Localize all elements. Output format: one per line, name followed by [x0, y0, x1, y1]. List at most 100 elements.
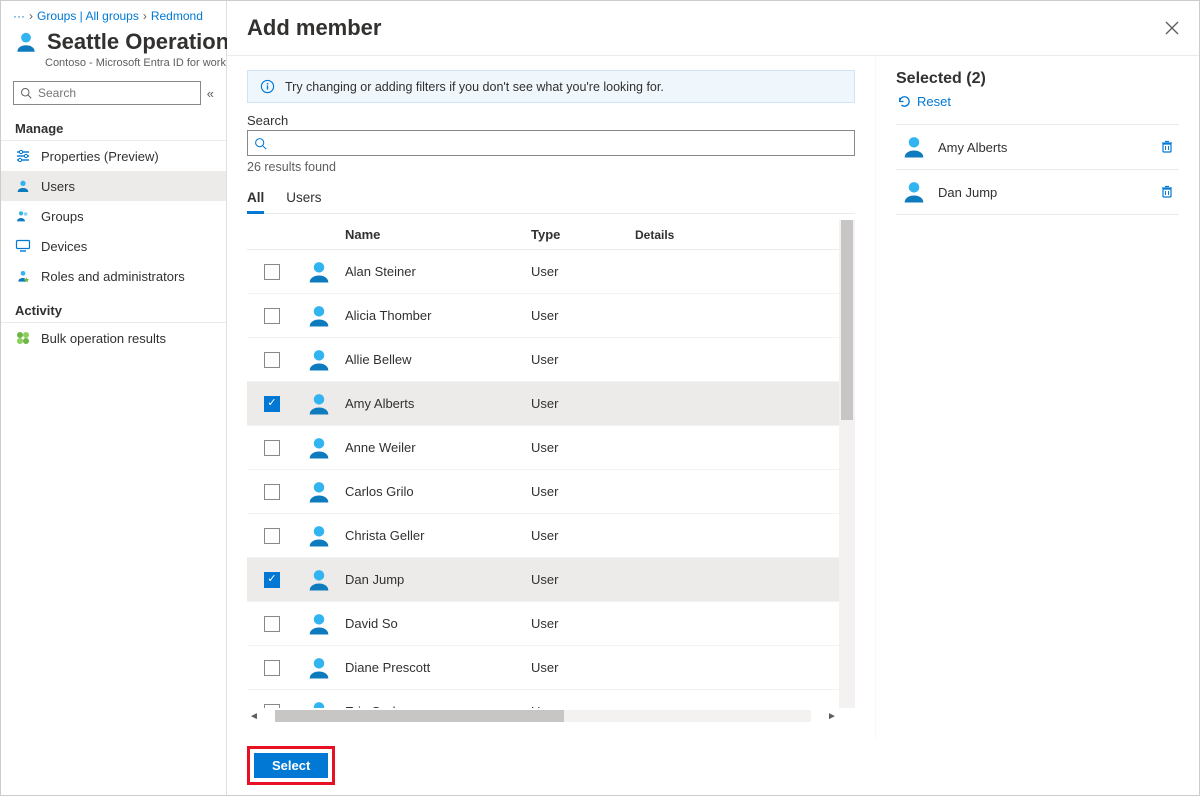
modal-title: Add member	[247, 15, 381, 41]
table-row[interactable]: Anne WeilerUser	[247, 426, 839, 470]
row-name: Alan Steiner	[341, 264, 531, 279]
nav-users[interactable]: Users	[1, 171, 226, 201]
row-checkbox[interactable]	[264, 352, 280, 368]
selected-header: Selected (2)	[896, 70, 1179, 88]
user-avatar-icon	[900, 178, 928, 206]
left-navigation-pane: ··· › Groups | All groups › Redmond Seat…	[1, 1, 227, 795]
nav-groups[interactable]: Groups	[1, 201, 226, 231]
table-row[interactable]: Dan JumpUser	[247, 558, 839, 602]
user-icon	[15, 178, 31, 194]
row-checkbox[interactable]	[264, 616, 280, 632]
reset-label: Reset	[917, 94, 951, 109]
selected-name: Amy Alberts	[938, 140, 1007, 155]
info-icon	[260, 79, 275, 94]
row-name: Alicia Thomber	[341, 308, 531, 323]
nav-label: Users	[41, 179, 75, 194]
search-icon	[254, 137, 267, 150]
table-row[interactable]: Carlos GriloUser	[247, 470, 839, 514]
user-avatar-icon	[297, 346, 341, 374]
page-subtitle: Contoso - Microsoft Entra ID for workfor…	[1, 57, 226, 69]
scroll-left-icon[interactable]: ◄	[247, 711, 261, 722]
info-bar: Try changing or adding filters if you do…	[247, 70, 855, 103]
group-avatar-icon	[13, 29, 39, 55]
row-name: Allie Bellew	[341, 352, 531, 367]
tab-users[interactable]: Users	[286, 184, 321, 213]
col-name[interactable]: Name	[341, 227, 531, 242]
breadcrumb-redmond[interactable]: Redmond	[151, 9, 203, 23]
nav-label: Devices	[41, 239, 87, 254]
row-checkbox[interactable]	[264, 264, 280, 280]
selected-name: Dan Jump	[938, 185, 997, 200]
tab-all[interactable]: All	[247, 184, 264, 214]
nav-label: Bulk operation results	[41, 331, 166, 346]
sidebar-search-field[interactable]	[38, 86, 194, 100]
row-type: User	[531, 440, 635, 455]
col-details[interactable]: Details	[635, 228, 839, 242]
user-avatar-icon	[297, 654, 341, 682]
row-type: User	[531, 616, 635, 631]
sidebar-search-input[interactable]	[13, 81, 201, 105]
admin-icon	[15, 268, 31, 284]
nav-devices[interactable]: Devices	[1, 231, 226, 261]
nav-roles[interactable]: Roles and administrators	[1, 261, 226, 291]
row-type: User	[531, 308, 635, 323]
scroll-right-icon[interactable]: ►	[825, 711, 839, 722]
user-avatar-icon	[297, 698, 341, 709]
row-checkbox[interactable]	[264, 660, 280, 676]
row-name: Christa Geller	[341, 528, 531, 543]
table-row[interactable]: Amy AlbertsUser	[247, 382, 839, 426]
row-checkbox[interactable]	[264, 396, 280, 412]
row-checkbox[interactable]	[264, 484, 280, 500]
nav-bulk-results[interactable]: Bulk operation results	[1, 323, 226, 353]
row-type: User	[531, 528, 635, 543]
breadcrumb-groups[interactable]: Groups | All groups	[37, 9, 139, 23]
row-type: User	[531, 264, 635, 279]
member-search-field[interactable]	[267, 136, 848, 151]
select-button[interactable]: Select	[254, 753, 328, 778]
remove-selected-button[interactable]	[1159, 184, 1175, 200]
section-activity: Activity	[1, 297, 226, 323]
row-checkbox[interactable]	[264, 528, 280, 544]
add-member-panel: Add member Try changing or adding filter…	[227, 1, 1199, 795]
table-row[interactable]: Eric GruberUser	[247, 690, 839, 708]
picker-tabs: All Users	[247, 184, 855, 214]
collapse-sidebar-icon[interactable]: «	[207, 86, 214, 101]
undo-icon	[896, 94, 911, 109]
reset-button[interactable]: Reset	[896, 94, 1179, 109]
close-button[interactable]	[1165, 21, 1179, 35]
row-checkbox[interactable]	[264, 572, 280, 588]
user-avatar-icon	[297, 566, 341, 594]
table-row[interactable]: Diane PrescottUser	[247, 646, 839, 690]
user-avatar-icon	[297, 302, 341, 330]
selected-pane: Selected (2) Reset Amy Alberts Dan Jump	[875, 56, 1199, 740]
col-type[interactable]: Type	[531, 227, 635, 242]
nav-label: Groups	[41, 209, 84, 224]
breadcrumb-ellipsis[interactable]: ···	[13, 9, 25, 23]
table-row[interactable]: Alicia ThomberUser	[247, 294, 839, 338]
vertical-scrollbar[interactable]	[839, 220, 855, 708]
user-avatar-icon	[297, 258, 341, 286]
table-row[interactable]: Christa GellerUser	[247, 514, 839, 558]
picker-main: Try changing or adding filters if you do…	[227, 56, 875, 740]
table-row[interactable]: Alan SteinerUser	[247, 250, 839, 294]
user-avatar-icon	[297, 522, 341, 550]
row-name: Carlos Grilo	[341, 484, 531, 499]
results-count: 26 results found	[247, 160, 855, 174]
member-search-input[interactable]	[247, 130, 855, 156]
table-row[interactable]: Allie BellewUser	[247, 338, 839, 382]
monitor-icon	[15, 238, 31, 254]
row-name: Amy Alberts	[341, 396, 531, 411]
row-name: Diane Prescott	[341, 660, 531, 675]
section-manage: Manage	[1, 115, 226, 141]
clover-icon	[15, 330, 31, 346]
selected-item: Amy Alberts	[896, 124, 1179, 170]
nav-properties[interactable]: Properties (Preview)	[1, 141, 226, 171]
table-row[interactable]: David SoUser	[247, 602, 839, 646]
nav-label: Properties (Preview)	[41, 149, 159, 164]
remove-selected-button[interactable]	[1159, 139, 1175, 155]
horizontal-scrollbar[interactable]: ◄ ►	[247, 708, 839, 724]
user-avatar-icon	[297, 434, 341, 462]
row-checkbox[interactable]	[264, 308, 280, 324]
row-type: User	[531, 660, 635, 675]
row-checkbox[interactable]	[264, 440, 280, 456]
